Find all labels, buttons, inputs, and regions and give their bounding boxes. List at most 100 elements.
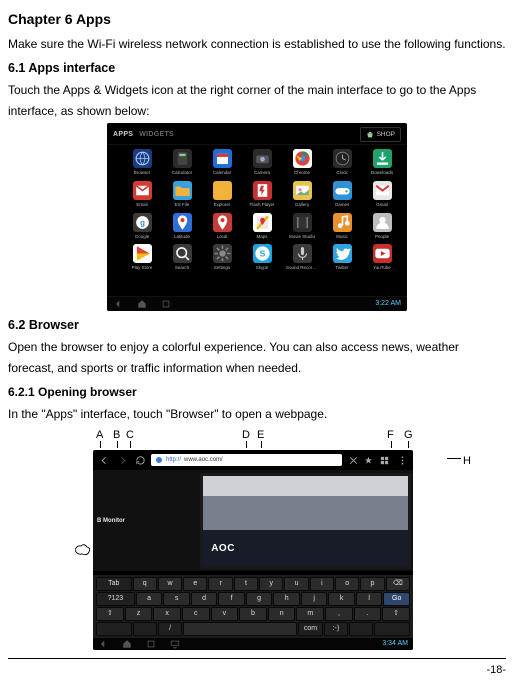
chapter-title: Chapter 6 Apps xyxy=(8,8,506,32)
keyboard-key: com xyxy=(298,622,322,636)
app-icon: YouTube xyxy=(367,244,397,272)
keyboard-key: l xyxy=(356,592,383,606)
tab-apps: APPS xyxy=(113,129,133,141)
keyboard-key: e xyxy=(183,577,207,591)
keyboard-key: , xyxy=(325,607,353,621)
url-bar: http:// www.aoc.com/ xyxy=(151,454,342,466)
keyboard-key: ⌫ xyxy=(386,577,410,591)
section-6-1-body: Touch the Apps & Widgets icon at the rig… xyxy=(8,80,506,121)
apps-screenshot: APPS WIDGETS SHOP BrowserCalculatorCalen… xyxy=(107,123,407,311)
app-icon: Settings xyxy=(207,244,237,272)
app-icon: Gmail xyxy=(367,181,397,209)
keyboard-key xyxy=(96,622,132,636)
app-icon: Twitter xyxy=(327,244,357,272)
browser-figure: A B C D E F G http:// www.aoc.com/ xyxy=(69,426,445,650)
keyboard-key: d xyxy=(191,592,218,606)
on-screen-keyboard: Tabqwertyuiop⌫?123asdfghjklGo⇧zxcvbnm,.⇧… xyxy=(93,575,413,638)
browser-refresh-icon xyxy=(133,453,147,467)
keyboard-key: g xyxy=(246,592,273,606)
keyboard-key: :-) xyxy=(324,622,348,636)
app-icon: Calculator xyxy=(167,149,197,177)
section-6-2-1-body: In the "Apps" interface, touch "Browser"… xyxy=(8,404,506,424)
keyboard-key: j xyxy=(301,592,328,606)
app-icon: Movie Studio xyxy=(287,213,317,241)
app-icon: Downloads xyxy=(367,149,397,177)
app-icon: Clock xyxy=(327,149,357,177)
home-icon xyxy=(137,299,147,309)
app-icon: Maps xyxy=(247,213,277,241)
app-icon: Search xyxy=(167,244,197,272)
intro-text: Make sure the Wi-Fi wireless network con… xyxy=(8,34,506,54)
app-icon: People xyxy=(367,213,397,241)
status-time: 3:22 AM xyxy=(375,298,401,310)
bookmarks-icon xyxy=(377,453,391,467)
keyboard-key: q xyxy=(133,577,157,591)
app-icon: Camera xyxy=(247,149,277,177)
svg-text:g: g xyxy=(140,218,145,227)
keyboard-key: f xyxy=(218,592,245,606)
app-icon: Games xyxy=(327,181,357,209)
app-icon: Browser xyxy=(127,149,157,177)
keyboard-key: i xyxy=(310,577,334,591)
keyboard-key: x xyxy=(153,607,181,621)
monitor-image: AOC xyxy=(200,473,411,569)
keyboard-key: o xyxy=(335,577,359,591)
app-icon: Explorer xyxy=(207,181,237,209)
keyboard-key: / xyxy=(158,622,182,636)
recent-icon xyxy=(161,299,171,309)
app-icon: Latitude xyxy=(167,213,197,241)
app-icon: Gallery xyxy=(287,181,317,209)
keyboard-key: Tab xyxy=(96,577,131,591)
app-icon: Email xyxy=(127,181,157,209)
svg-text:S: S xyxy=(259,249,265,259)
keyboard-space xyxy=(183,622,297,636)
page-number: -18- xyxy=(8,661,506,680)
keyboard-key: n xyxy=(268,607,296,621)
app-icon: ES File xyxy=(167,181,197,209)
section-6-2-1-title: 6.2.1 Opening browser xyxy=(8,382,506,402)
app-icon: gGoogle xyxy=(127,213,157,241)
site-icon xyxy=(155,456,163,464)
section-6-1-title: 6.1 Apps interface xyxy=(8,58,506,79)
keyboard-key: u xyxy=(284,577,308,591)
keyboard-key: p xyxy=(360,577,384,591)
stop-icon xyxy=(346,453,360,467)
keyboard-key: ⇧ xyxy=(96,607,124,621)
app-icon: Play Store xyxy=(127,244,157,272)
footer-rule xyxy=(8,658,506,659)
keyboard-key: h xyxy=(273,592,300,606)
status-time: 3:34 AM xyxy=(382,638,408,650)
keyboard-key xyxy=(349,622,373,636)
callout-connector-left xyxy=(75,542,91,562)
keyboard-key: v xyxy=(211,607,239,621)
keyboard-key: z xyxy=(125,607,153,621)
section-6-2-body: Open the browser to enjoy a colorful exp… xyxy=(8,337,506,378)
app-icon: Sound Recorder xyxy=(287,244,317,272)
keyboard-key: y xyxy=(259,577,283,591)
page-side-text: B Monitor xyxy=(93,471,206,571)
app-icon: Music xyxy=(327,213,357,241)
keyboard-key: b xyxy=(239,607,267,621)
system-nav-bar: 3:34 AM xyxy=(93,638,413,650)
app-icon: Local xyxy=(207,213,237,241)
keyboard-key: k xyxy=(328,592,355,606)
app-icon: Calendar xyxy=(207,149,237,177)
shop-button: SHOP xyxy=(360,127,401,142)
keyboard-key: s xyxy=(163,592,190,606)
keyboard-key xyxy=(133,622,157,636)
bookmark-star-icon xyxy=(364,456,373,465)
keyboard-key: Go xyxy=(383,592,410,606)
app-icon: Flash Player xyxy=(247,181,277,209)
callout-h: H xyxy=(463,452,471,471)
keyboard-key: . xyxy=(354,607,382,621)
menu-icon xyxy=(395,453,409,467)
keyboard-key: t xyxy=(234,577,258,591)
keyboard-key: w xyxy=(158,577,182,591)
browser-back-icon xyxy=(97,453,111,467)
brand-logo: AOC xyxy=(211,540,235,557)
browser-viewport: B Monitor AOC xyxy=(93,470,413,571)
keyboard-key: c xyxy=(182,607,210,621)
keyboard-key: ?123 xyxy=(96,592,135,606)
back-icon xyxy=(113,299,123,309)
keyboard-key xyxy=(374,622,410,636)
